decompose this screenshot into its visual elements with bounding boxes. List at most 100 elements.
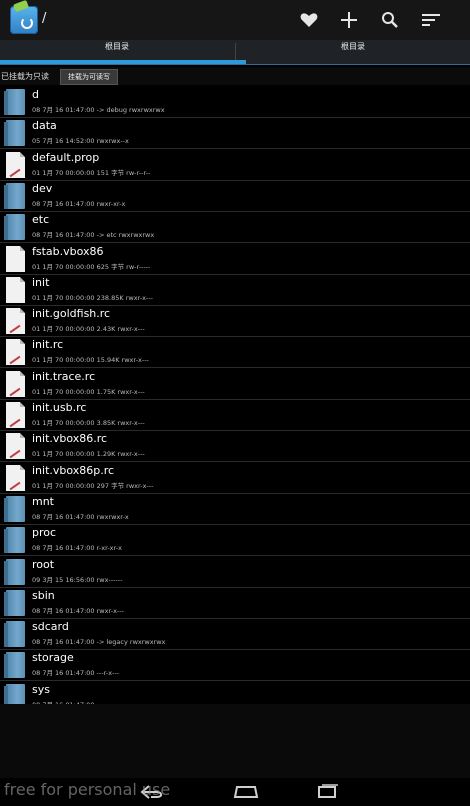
search-icon [382,12,398,28]
file-meta: 01 1月 70 00:00:00 625 字节 rw-r----- [32,262,151,271]
text-file-icon [6,464,25,491]
file-meta: 01 1月 70 00:00:00 238.85K rwxr-x--- [32,293,154,302]
file-row[interactable]: data 05 7月 16 14:52:00 rwxrwx--x [0,117,470,150]
file-meta: 05 7月 16 14:52:00 rwxrwx--x [32,137,129,146]
tab-root-right[interactable]: 根目录 [236,40,470,65]
add-button[interactable] [336,8,362,32]
text-file-icon [6,433,25,460]
file-meta: 08 7月 16 01:47:00 ---r-x--- [32,669,120,678]
favorite-button[interactable] [296,8,322,32]
file-meta: 01 1月 70 00:00:00 15.94K rwxr-x--- [32,356,149,365]
file-name: init.rc [32,338,64,352]
file-row[interactable]: sdcard 08 7月 16 01:47:00 -> legacy rwxrwx… [0,618,470,651]
file-name: init [32,275,50,289]
folder-icon [4,683,25,704]
recent-apps-icon [318,784,338,798]
folder-icon [4,589,25,616]
current-path-title: / [42,11,47,26]
file-meta: 08 7月 16 01:47:00 rwxr-xr-x [32,199,126,208]
file-row[interactable]: etc 08 7月 16 01:47:00 -> etc rwxrwxrwx [0,211,470,244]
folder-icon [4,558,25,585]
file-row[interactable]: default.prop 01 1月 70 00:00:00 151 字节 rw-… [0,149,470,181]
file-name: default.prop [32,150,100,164]
app-logo-icon[interactable] [10,6,38,34]
sort-icon [422,14,440,26]
folder-icon [4,621,25,648]
folder-icon [4,652,25,679]
file-name: etc [32,213,50,227]
file-row[interactable]: sbin 08 7月 16 01:47:00 rwxr-x--- [0,587,470,619]
file-row[interactable]: d 08 7月 16 01:47:00 -> debug rwxrwxrwx [0,86,470,118]
file-row[interactable]: mnt 08 7月 16 01:47:00 rwxrwxr-x [0,493,470,525]
favorite-icon [300,13,318,27]
folder-icon [4,214,25,241]
tab-bar: 根目录 根目录 [0,40,470,65]
file-row[interactable]: proc 08 7月 16 01:47:00 r-xr-xr-x [0,524,470,557]
sort-button[interactable] [418,8,444,32]
file-name: mnt [32,494,54,508]
file-name: root [32,557,55,571]
file-row[interactable]: init 01 1月 70 00:00:00 238.85K rwxr-x--- [0,274,470,306]
file-row[interactable]: init.rc 01 1月 70 00:00:00 15.94K rwxr-x--… [0,336,470,369]
file-meta: 08 7月 16 01:47:00 -> etc rwxrwxrwx [32,231,155,240]
file-meta: 01 1月 70 00:00:00 1.75K rwxr-x--- [32,387,145,396]
file-row[interactable]: init.goldfish.rc 01 1月 70 00:00:00 2.43K … [0,305,470,338]
file-row[interactable]: dev 08 7月 16 01:47:00 rwxr-xr-x [0,180,470,212]
file-meta: 01 1月 70 00:00:00 297 字节 rwxr-x--- [32,481,154,490]
file-meta: 01 1月 70 00:00:00 1.29K rwxr-x--- [32,450,145,459]
file-name: sys [32,682,50,696]
file-meta: 01 1月 70 00:00:00 3.85K rwxr-x--- [32,419,145,427]
file-name: d [32,88,39,101]
file-name: sdcard [32,620,69,634]
mount-readwrite-button[interactable]: 挂载为可读写 [60,69,118,85]
text-file-icon [6,308,25,335]
file-row[interactable]: init.trace.rc 01 1月 70 00:00:00 1.75K rwx… [0,368,470,400]
folder-icon [4,182,25,209]
tab-underline [0,64,470,65]
file-list: d 08 7月 16 01:47:00 -> debug rwxrwxrwx dat… [0,86,470,704]
file-name: storage [32,651,74,665]
file-meta: 08 7月 16 01:47:00 rwxr-x--- [32,606,124,615]
add-icon [341,12,357,28]
file-icon [6,276,25,303]
file-meta: 08 7月 16 01:47:00 r-xr-xr-x [32,544,122,553]
file-meta: 01 1月 70 00:00:00 151 字节 rw-r--r-- [32,168,151,177]
file-row[interactable]: init.vbox86.rc 01 1月 70 00:00:00 1.29K rw… [0,430,470,463]
mount-bar: 已挂载为只读 挂载为可读写 [0,67,470,85]
file-row[interactable]: init.usb.rc 01 1月 70 00:00:00 3.85K rwxr-… [0,399,470,431]
text-file-icon [6,370,25,397]
recent-apps-button[interactable] [311,782,345,802]
folder-icon [4,120,25,147]
file-meta: 01 1月 70 00:00:00 2.43K rwxr-x--- [32,325,145,334]
file-name: data [32,119,57,133]
file-name: sbin [32,588,55,602]
watermark-text: free for personal use [4,780,171,799]
file-meta: 08 7月 16 01:47:00 -> debug rwxrwxrwx [32,106,165,114]
file-name: init.usb.rc [32,401,87,414]
mount-status-label: 已挂载为只读 [1,72,49,81]
search-button[interactable] [377,8,403,32]
action-bar: / [0,0,470,40]
home-icon [233,786,259,798]
file-name: dev [32,181,53,195]
file-meta: 09 3月 15 16:56:00 rwx------ [32,575,123,584]
file-row[interactable]: sys08 7月 16 01:47:00 [0,681,470,704]
empty-area [0,704,470,778]
file-name: init.trace.rc [32,369,96,383]
text-file-icon [6,151,25,178]
file-icon [6,245,25,272]
file-name: init.vbox86p.rc [32,463,115,477]
file-name: fstab.vbox86 [32,244,104,258]
text-file-icon [6,339,25,366]
file-row[interactable]: root 09 3月 15 16:56:00 rwx------ [0,556,470,588]
file-name: proc [32,526,57,540]
file-name: init.goldfish.rc [32,307,111,321]
folder-icon [4,495,25,522]
file-name: init.vbox86.rc [32,432,108,446]
folder-icon [4,527,25,554]
file-row[interactable]: storage 08 7月 16 01:47:00 ---r-x--- [0,649,470,682]
file-row[interactable]: init.vbox86p.rc 01 1月 70 00:00:00 297 字节 … [0,462,470,494]
file-row[interactable]: fstab.vbox86 01 1月 70 00:00:00 625 字节 rw-… [0,243,470,275]
file-meta: 08 7月 16 01:47:00 -> legacy rwxrwxrwx [32,638,166,647]
home-button[interactable] [229,782,263,802]
